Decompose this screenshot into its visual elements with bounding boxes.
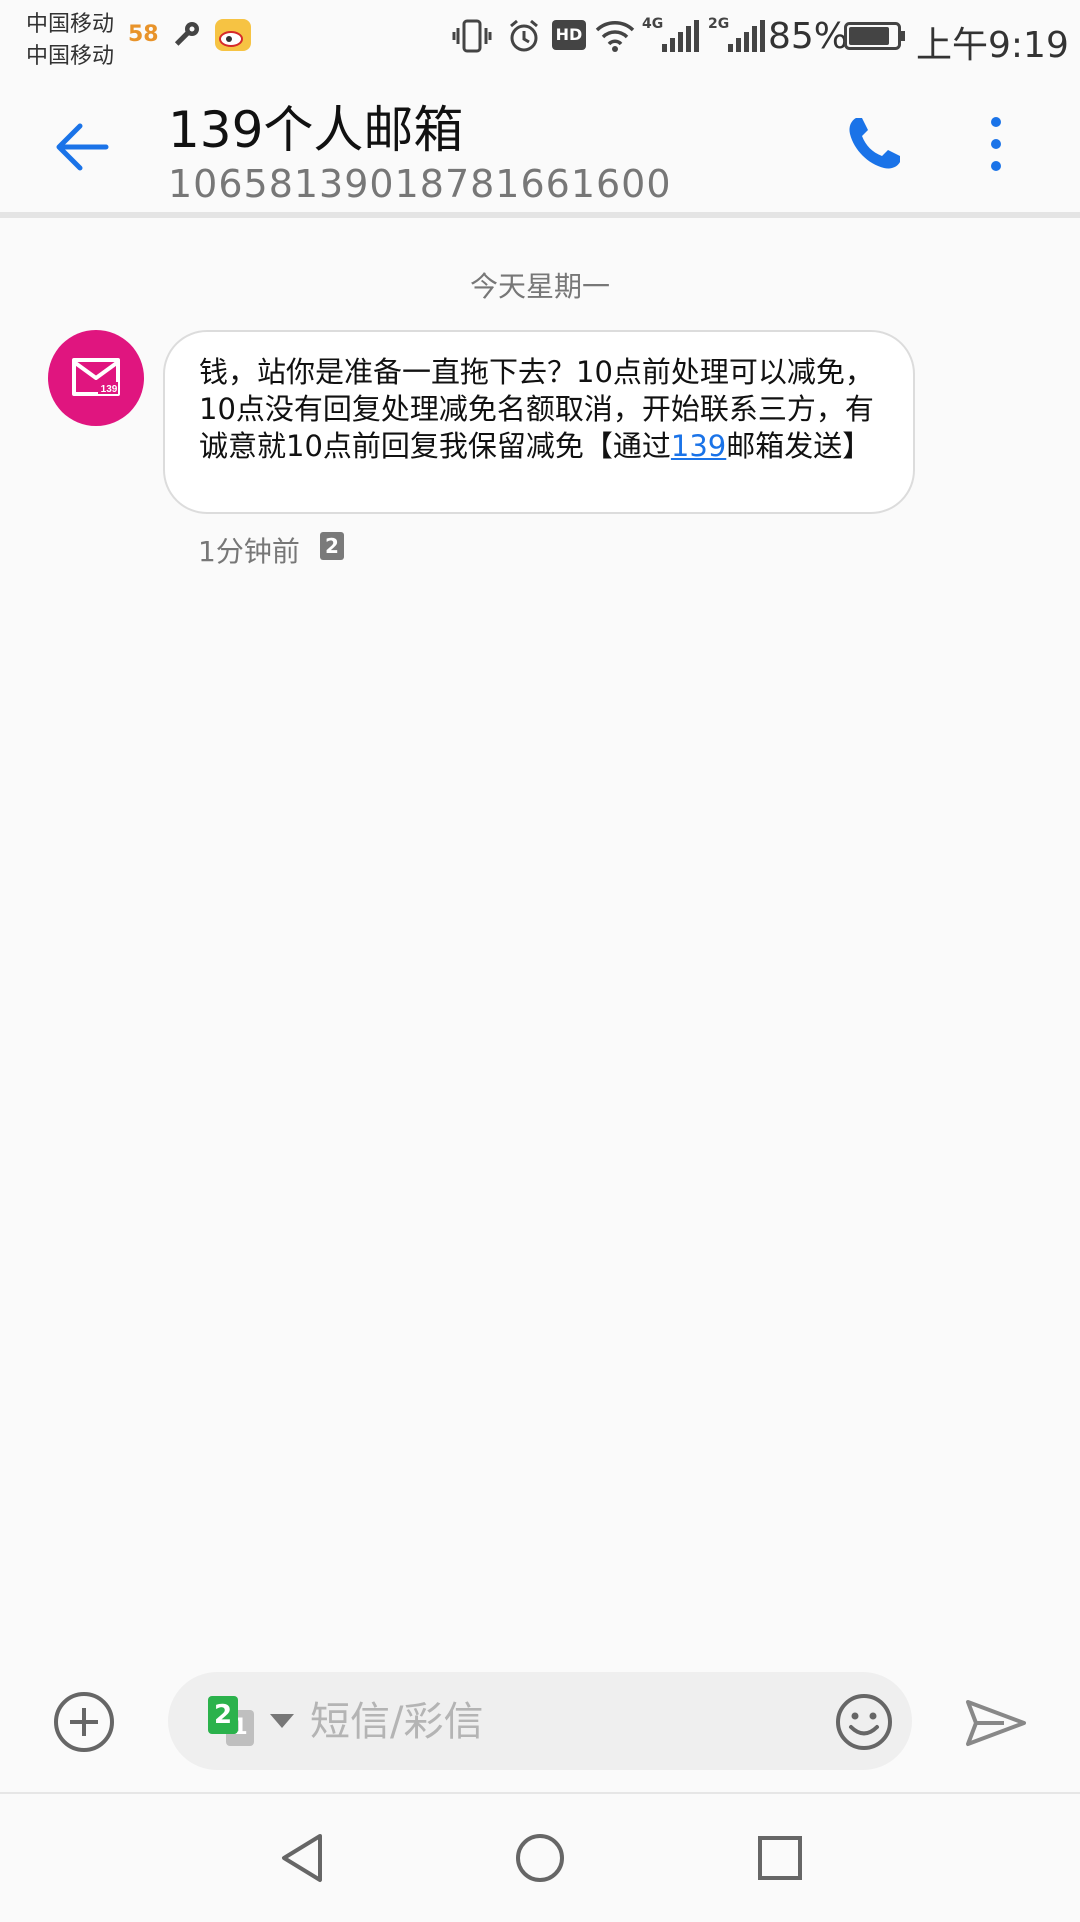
signal-icon-sim2 [728,20,765,52]
message-input[interactable] [308,1694,732,1750]
message-bubble[interactable]: 钱，站你是准备一直拖下去？10点前处理可以减免，10点没有回复处理减免名额取消，… [163,330,915,514]
date-separator: 今天星期一 [469,270,610,303]
sim-primary-icon: 2 [208,1696,238,1734]
hd-icon: HD [552,20,586,50]
battery-icon [844,22,905,50]
carrier-label-1: 中国移动 [26,12,115,37]
message-input-container: 1 2 [168,1672,912,1770]
emoji-icon[interactable] [834,1692,894,1752]
contact-name: 139个人邮箱 [168,101,464,159]
system-navigation-bar [0,1792,1080,1922]
phone-call-icon[interactable] [842,112,906,176]
nav-home-icon[interactable] [514,1832,566,1884]
wifi-icon [595,21,635,52]
more-options-icon[interactable] [978,112,1014,176]
send-icon[interactable] [964,1698,1028,1748]
carrier-label-2: 中国移动 [26,44,115,69]
avatar-label: 139 [101,384,118,395]
chevron-down-icon [270,1714,294,1728]
weibo-icon [215,19,251,51]
mail-139-icon: 139 [72,358,120,396]
key-icon [174,22,199,46]
back-arrow-icon[interactable] [48,112,118,182]
message-text: 钱，站你是准备一直拖下去？10点前处理可以减免，10点没有回复处理减免名额取消，… [199,354,879,465]
contact-number: 10658139018781661600 [168,162,672,206]
message-link[interactable]: 139 [671,429,726,463]
composer-bar: 1 2 [0,1660,1080,1780]
sim-selector[interactable]: 1 2 [208,1696,294,1748]
message-text-part-2: 邮箱发送】 [726,429,872,463]
vibrate-icon [452,19,492,53]
nav-back-icon[interactable] [276,1832,328,1884]
alarm-icon [510,19,538,52]
battery-percent: 85% [768,16,849,57]
add-attachment-icon[interactable] [52,1690,116,1754]
nav-recents-icon[interactable] [754,1832,806,1884]
clock: 上午9:19 [916,25,1069,66]
status-bar: 中国移动 中国移动 58 HD 4G 2G 85% 上午9:19 [0,0,1080,72]
signal-icon-sim1 [662,20,699,52]
sim-badge: 2 [320,532,344,560]
contact-avatar[interactable]: 139 [48,330,144,426]
conversation-header: 139个人邮箱 10658139018781661600 [0,72,1080,218]
app-58-icon: 58 [128,22,159,47]
message-timestamp: 1分钟前 [198,535,300,568]
